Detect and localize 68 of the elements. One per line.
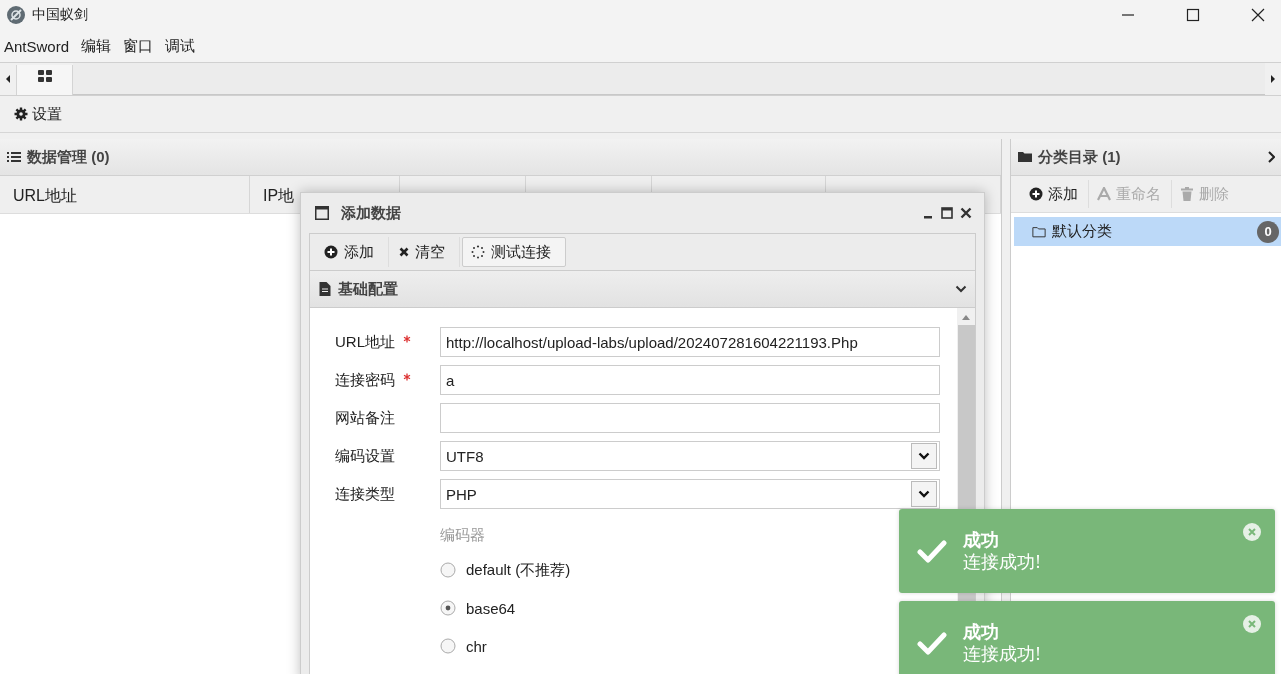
scroll-right-icon[interactable] xyxy=(1270,74,1276,84)
input-field[interactable]: a xyxy=(440,365,940,395)
add-button[interactable]: 添加 xyxy=(1021,180,1089,208)
select-field[interactable]: PHP xyxy=(440,479,940,509)
plus-circle-icon xyxy=(1029,187,1043,201)
clear-button[interactable]: 清空 xyxy=(391,237,460,267)
letter-a-icon xyxy=(1097,187,1111,201)
panel-title: 分类目录 (1) xyxy=(1038,147,1121,167)
toast-title: 成功 xyxy=(963,529,1000,551)
dropdown-icon[interactable] xyxy=(911,481,937,507)
gear-icon xyxy=(14,107,28,121)
check-icon xyxy=(917,539,947,563)
menu-item[interactable]: 调试 xyxy=(165,36,196,56)
radio-button[interactable] xyxy=(440,638,456,654)
settings-button[interactable]: 设置 xyxy=(8,100,68,128)
count-badge: 0 xyxy=(1257,220,1279,243)
radio-label: base64 xyxy=(466,599,516,617)
select-field[interactable]: UTF8 xyxy=(440,441,940,471)
check-icon xyxy=(917,631,947,655)
radio-label: chr xyxy=(466,637,487,655)
close-icon[interactable] xyxy=(960,207,972,219)
category-item[interactable]: 默认分类 0 xyxy=(1014,217,1281,246)
toast-message: 连接成功! xyxy=(963,551,1041,573)
scroll-left-icon[interactable] xyxy=(5,74,11,84)
input-field[interactable]: http://localhost/upload-labs/upload/202407281604221193.Php xyxy=(440,327,940,357)
dropdown-icon[interactable] xyxy=(911,443,937,469)
maximize-icon[interactable] xyxy=(941,207,953,219)
scroll-up-icon[interactable] xyxy=(962,315,970,320)
section-title: 基础配置 xyxy=(338,279,398,299)
folder-icon xyxy=(1032,224,1046,239)
app-logo-icon xyxy=(6,5,26,25)
radio-button[interactable] xyxy=(440,562,456,578)
trash-icon xyxy=(1180,187,1194,201)
add-button[interactable]: 添加 xyxy=(316,237,389,267)
input-field[interactable] xyxy=(440,403,940,433)
radio-label: default (不推荐) xyxy=(466,560,571,580)
home-tab[interactable] xyxy=(16,65,73,95)
window-icon xyxy=(315,206,329,220)
radio-button[interactable] xyxy=(440,600,456,616)
list-icon xyxy=(7,150,21,164)
dialog-title: 添加数据 xyxy=(341,203,401,223)
plus-circle-icon xyxy=(324,245,338,259)
field-label: 连接类型 xyxy=(335,484,395,504)
menu-item[interactable]: 编辑 xyxy=(81,36,112,56)
x-icon xyxy=(399,247,409,257)
category-label: 默认分类 xyxy=(1052,222,1113,241)
folder-icon xyxy=(1018,150,1032,164)
field-label: 编码设置 xyxy=(335,446,395,466)
chevron-down-icon xyxy=(955,285,967,293)
window-title: 中国蚁剑 xyxy=(32,6,88,24)
section-header[interactable]: 基础配置 xyxy=(310,271,975,308)
chevron-right-icon[interactable] xyxy=(1267,151,1275,163)
menu-item[interactable]: 窗口 xyxy=(123,36,154,56)
encoder-label: 编码器 xyxy=(440,525,486,545)
field-label: URL地址 xyxy=(335,332,395,352)
spinner-icon xyxy=(471,245,485,259)
grid-icon xyxy=(37,70,52,82)
field-label: 连接密码 xyxy=(335,370,395,390)
test-button[interactable]: 测试连接 xyxy=(462,237,566,267)
document-icon xyxy=(318,282,332,296)
panel-title: 数据管理 (0) xyxy=(27,147,110,167)
field-label: 网站备注 xyxy=(335,408,395,428)
toast-message: 连接成功! xyxy=(963,643,1041,665)
column-header[interactable]: URL地址 xyxy=(0,176,250,213)
close-icon[interactable] xyxy=(1251,8,1265,22)
menu-item[interactable]: AntSword xyxy=(4,37,70,55)
maximize-icon[interactable] xyxy=(1186,8,1200,22)
toast-title: 成功 xyxy=(963,621,1000,643)
